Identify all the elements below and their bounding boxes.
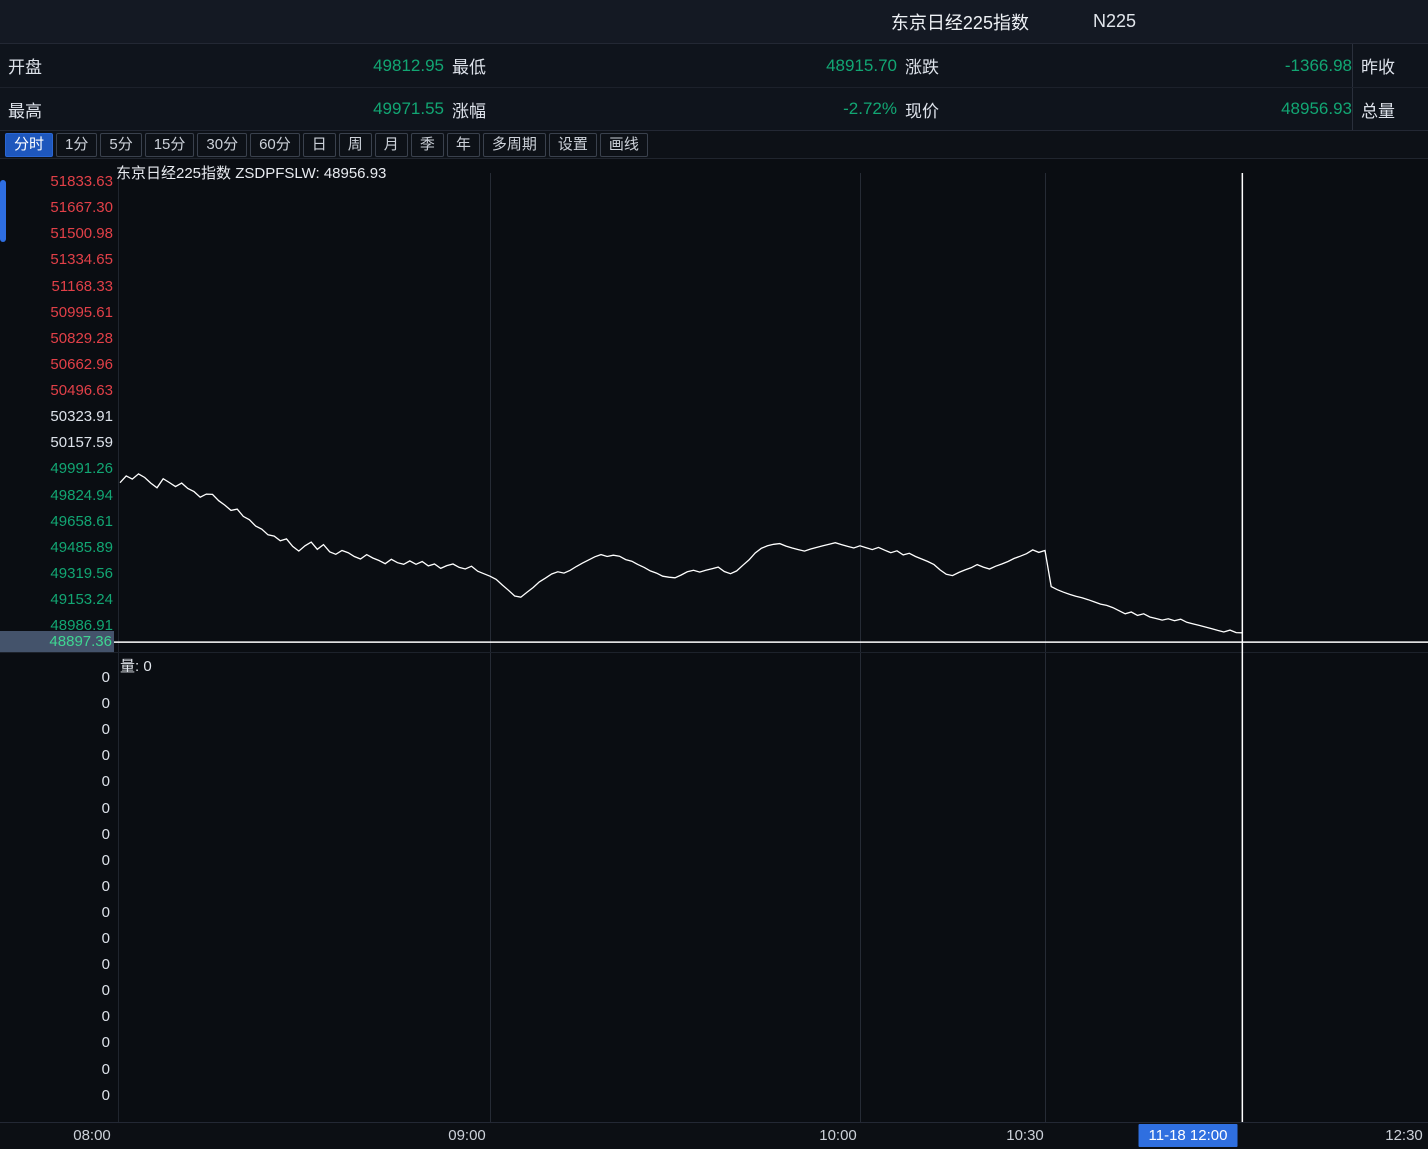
quote-value-open: 49812.95 bbox=[52, 56, 444, 76]
app-header: 东京日经225指数 N225 bbox=[0, 0, 1428, 44]
quote-row: 最高 49971.55 涨幅 -2.72% 现价 48956.93 总量 bbox=[0, 88, 1428, 130]
tab-draw[interactable]: 画线 bbox=[600, 133, 648, 157]
quote-label-total-volume: 总量 bbox=[1352, 88, 1420, 130]
quote-value-change-pct: -2.72% bbox=[504, 99, 897, 119]
quote-value-last-price: 48956.93 bbox=[965, 99, 1352, 119]
quote-value-low: 48915.70 bbox=[504, 56, 897, 76]
quote-label-open: 开盘 bbox=[0, 53, 52, 78]
chart-plot[interactable] bbox=[0, 159, 1428, 1122]
quote-label-high: 最高 bbox=[0, 97, 52, 122]
x-axis-date-badge: 11-18 12:00 bbox=[1139, 1124, 1238, 1147]
tab-60min[interactable]: 60分 bbox=[250, 133, 300, 157]
tab-5min[interactable]: 5分 bbox=[100, 133, 141, 157]
x-axis-label-1030: 10:30 bbox=[1006, 1123, 1044, 1149]
x-axis-label-1000: 10:00 bbox=[819, 1123, 857, 1149]
tab-30min[interactable]: 30分 bbox=[197, 133, 247, 157]
x-axis-label-0800: 08:00 bbox=[73, 1123, 111, 1149]
quote-row: 开盘 49812.95 最低 48915.70 涨跌 -1366.98 昨收 bbox=[0, 44, 1428, 88]
tab-multi-period[interactable]: 多周期 bbox=[483, 133, 546, 157]
quote-label-change-pct: 涨幅 bbox=[444, 97, 504, 122]
grid-layer bbox=[491, 173, 1046, 1122]
period-tabbar: 分时 1分 5分 15分 30分 60分 日 周 月 季 年 多周期 设置 画线 bbox=[0, 131, 1428, 159]
x-axis-label-1230: 12:30 bbox=[1385, 1123, 1423, 1149]
price-crosshair-badge: 48897.36 bbox=[0, 631, 114, 652]
volume-current-label: 量: 0 bbox=[120, 655, 152, 676]
quote-value-change: -1366.98 bbox=[965, 56, 1352, 76]
crosshair-layer bbox=[0, 173, 1428, 1122]
quote-board: 开盘 49812.95 最低 48915.70 涨跌 -1366.98 昨收 最… bbox=[0, 44, 1428, 131]
quote-label-last-price: 现价 bbox=[897, 97, 965, 122]
tab-quarter[interactable]: 季 bbox=[411, 133, 444, 157]
tab-year[interactable]: 年 bbox=[447, 133, 480, 157]
x-axis: 08:00 09:00 10:00 10:30 11-18 12:00 12:3… bbox=[0, 1122, 1428, 1149]
tab-month[interactable]: 月 bbox=[375, 133, 408, 157]
price-line bbox=[120, 474, 1242, 633]
index-symbol: N225 bbox=[1093, 11, 1136, 32]
tab-15min[interactable]: 15分 bbox=[145, 133, 195, 157]
tab-settings[interactable]: 设置 bbox=[549, 133, 597, 157]
tab-timeline[interactable]: 分时 bbox=[5, 133, 53, 157]
quote-label-low: 最低 bbox=[444, 53, 504, 78]
chart-area: 东京日经225指数 ZSDPFSLW: 48956.93 51833.63516… bbox=[0, 159, 1428, 1122]
tab-week[interactable]: 周 bbox=[339, 133, 372, 157]
chart-title: 东京日经225指数 ZSDPFSLW: 48956.93 bbox=[116, 162, 386, 183]
tab-1min[interactable]: 1分 bbox=[56, 133, 97, 157]
vertical-scrollbar-thumb[interactable] bbox=[0, 180, 6, 242]
tab-day[interactable]: 日 bbox=[303, 133, 336, 157]
x-axis-label-0900: 09:00 bbox=[448, 1123, 486, 1149]
quote-label-change: 涨跌 bbox=[897, 53, 965, 78]
index-name: 东京日经225指数 bbox=[891, 9, 1029, 35]
quote-label-prev-close: 昨收 bbox=[1352, 44, 1420, 87]
quote-value-high: 49971.55 bbox=[52, 99, 444, 119]
